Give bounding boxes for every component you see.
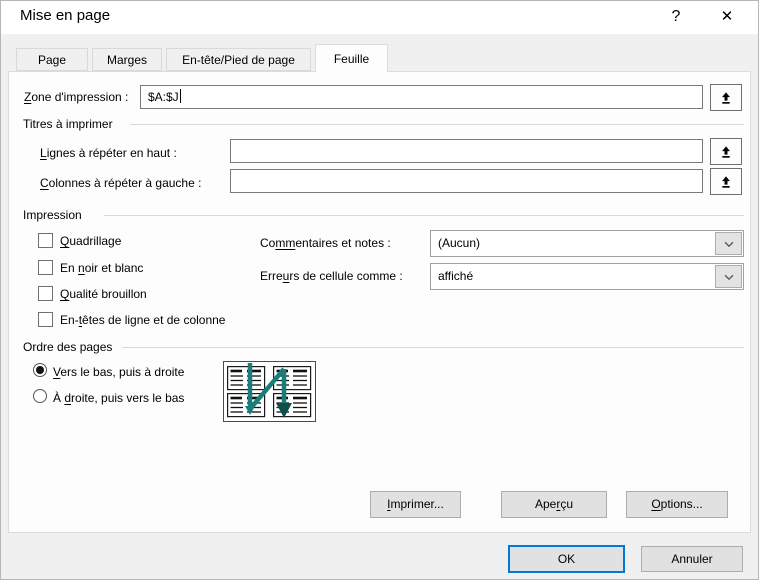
tab-entete-label: En-tête/Pied de page bbox=[182, 53, 295, 67]
help-icon: ? bbox=[671, 8, 681, 25]
print-area-input[interactable]: $A:$J bbox=[140, 85, 703, 109]
down-then-over-radio[interactable] bbox=[33, 363, 47, 377]
repeat-cols-label: Colonnes à répéter à gauche : bbox=[40, 176, 202, 190]
print-group-label: Impression bbox=[23, 208, 82, 222]
comments-dropdown[interactable]: (Aucun) bbox=[430, 230, 744, 257]
over-then-down-radio[interactable] bbox=[33, 389, 47, 403]
cell-errors-dropdown-button[interactable] bbox=[715, 265, 742, 288]
tab-entete-pied-de-page[interactable]: En-tête/Pied de page bbox=[166, 48, 311, 71]
repeat-cols-input[interactable] bbox=[230, 169, 703, 193]
chevron-down-icon bbox=[724, 274, 733, 280]
close-button[interactable]: ✕ bbox=[712, 4, 742, 30]
tab-marges[interactable]: Marges bbox=[92, 48, 162, 71]
over-then-down-label: À droite, puis vers le bas bbox=[53, 391, 185, 405]
group-divider bbox=[130, 124, 744, 125]
comments-dropdown-button[interactable] bbox=[715, 232, 742, 255]
print-area-collapse-button[interactable] bbox=[710, 84, 742, 111]
titlebar: Mise en page ? ✕ bbox=[0, 0, 759, 34]
gridlines-label: Quadrillage bbox=[60, 234, 122, 248]
down-then-over-label: Vers le bas, puis à droite bbox=[53, 365, 185, 379]
radio-selected-dot bbox=[36, 366, 44, 374]
collapse-dialog-icon bbox=[722, 91, 730, 104]
repeat-rows-label: Lignes à répéter en haut : bbox=[40, 146, 177, 160]
cell-errors-dropdown-value: affiché bbox=[438, 269, 474, 283]
draft-quality-label: Qualité brouillon bbox=[60, 287, 147, 301]
comments-label: Commentaires et notes : bbox=[260, 236, 391, 250]
group-divider bbox=[104, 215, 744, 216]
chevron-down-icon bbox=[724, 241, 733, 247]
cell-errors-dropdown[interactable]: affiché bbox=[430, 263, 744, 290]
black-white-label: En noir et blanc bbox=[60, 261, 144, 275]
tab-page-label: Page bbox=[37, 53, 67, 67]
print-button[interactable]: Imprimer... bbox=[370, 491, 461, 518]
row-col-headings-label: En-têtes de ligne et de colonne bbox=[60, 313, 226, 327]
repeat-rows-collapse-button[interactable] bbox=[710, 138, 742, 165]
text-caret bbox=[179, 89, 181, 103]
cancel-button[interactable]: Annuler bbox=[641, 546, 743, 572]
repeat-cols-collapse-button[interactable] bbox=[710, 168, 742, 195]
draft-quality-checkbox[interactable] bbox=[38, 286, 53, 301]
tab-feuille[interactable]: Feuille bbox=[315, 44, 388, 72]
group-divider bbox=[122, 347, 744, 348]
gridlines-checkbox[interactable] bbox=[38, 233, 53, 248]
print-titles-group-label: Titres à imprimer bbox=[23, 117, 113, 131]
tab-marges-label: Marges bbox=[106, 53, 147, 67]
options-button[interactable]: Options... bbox=[626, 491, 728, 518]
repeat-rows-input[interactable] bbox=[230, 139, 703, 163]
tab-feuille-label: Feuille bbox=[333, 52, 370, 66]
help-button[interactable]: ? bbox=[661, 4, 691, 30]
collapse-dialog-icon bbox=[722, 145, 730, 158]
ok-button[interactable]: OK bbox=[508, 545, 625, 573]
print-area-label: Zone d'impression : bbox=[24, 90, 129, 104]
preview-button[interactable]: Aperçu bbox=[501, 491, 607, 518]
tab-page[interactable]: Page bbox=[16, 48, 88, 71]
close-icon: ✕ bbox=[720, 8, 734, 25]
row-col-headings-checkbox[interactable] bbox=[38, 312, 53, 327]
cell-errors-label: Erreurs de cellule comme : bbox=[260, 269, 403, 283]
print-area-value: $A:$J bbox=[148, 90, 179, 104]
collapse-dialog-icon bbox=[722, 175, 730, 188]
page-order-group-label: Ordre des pages bbox=[23, 340, 113, 354]
comments-dropdown-value: (Aucun) bbox=[438, 236, 481, 250]
page-order-preview bbox=[223, 361, 316, 422]
page-order-preview-icon bbox=[226, 363, 312, 418]
dialog-title: Mise en page bbox=[20, 7, 111, 24]
black-white-checkbox[interactable] bbox=[38, 260, 53, 275]
